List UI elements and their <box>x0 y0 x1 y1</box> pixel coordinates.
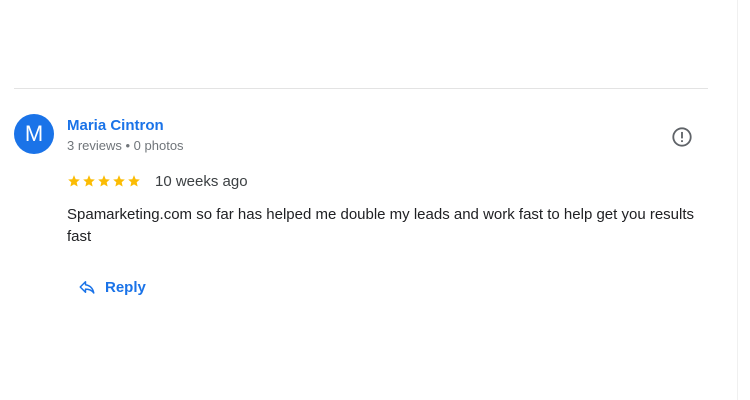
star-rating <box>67 174 141 188</box>
reviewer-meta: 3 reviews • 0 photos <box>67 138 184 153</box>
review-panel: M Maria Cintron 3 reviews • 0 photos 10 … <box>0 0 750 400</box>
rating-row: 10 weeks ago <box>67 171 248 191</box>
reviewer-name[interactable]: Maria Cintron <box>67 117 164 134</box>
star-icon <box>68 175 80 187</box>
star-icon <box>128 175 140 187</box>
avatar[interactable]: M <box>14 114 54 154</box>
review-date: 10 weeks ago <box>155 172 248 190</box>
review-text: Spamarketing.com so far has helped me do… <box>67 206 695 245</box>
star-icon <box>83 175 95 187</box>
reply-button[interactable]: Reply <box>70 272 154 302</box>
panel-edge <box>737 0 738 400</box>
divider <box>14 88 708 89</box>
reply-label: Reply <box>105 278 146 296</box>
report-flag-icon[interactable] <box>671 126 693 148</box>
star-icon <box>98 175 110 187</box>
reply-arrow-icon <box>79 281 95 294</box>
star-icon <box>113 175 125 187</box>
